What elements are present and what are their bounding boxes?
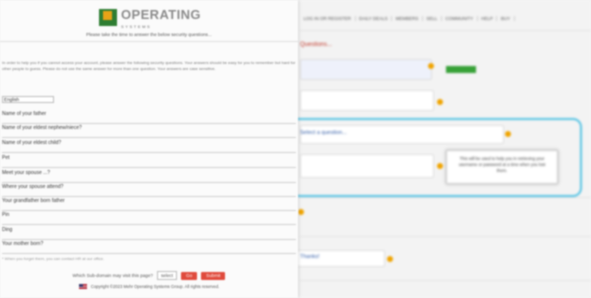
answer-field[interactable] [2, 204, 296, 211]
language-select[interactable]: English [2, 96, 54, 103]
nav-buy[interactable]: BUY [497, 15, 515, 21]
status-dot-icon [505, 131, 511, 137]
hint-text: * When you forget them, you can contact … [2, 256, 105, 261]
answer-field[interactable] [2, 247, 296, 254]
logo-text: OPERATING [121, 6, 201, 22]
us-flag-icon [78, 284, 87, 290]
go-button[interactable]: Go [181, 271, 198, 280]
answer-select-value: Thanks! [300, 254, 320, 260]
bg-input-field[interactable] [300, 59, 432, 80]
action-bar: Which Sub-domain may visit this page? se… [0, 271, 298, 280]
answer-field[interactable] [2, 190, 296, 197]
action-prompt: Which Sub-domain may visit this page? [72, 273, 153, 278]
logo-subtext: SYSTEMS [121, 23, 152, 29]
action-select[interactable]: select [156, 271, 177, 280]
answer-field[interactable] [2, 161, 296, 168]
answer-input[interactable] [300, 154, 434, 178]
status-dot-icon [387, 256, 393, 262]
answer-field[interactable] [2, 218, 296, 225]
nav-community[interactable]: COMMUNITY [442, 15, 478, 21]
submit-button[interactable]: Submit [201, 271, 226, 280]
logo: OPERATING SYSTEMS [99, 6, 201, 29]
answer-field[interactable] [2, 233, 296, 240]
top-navigation: LOG IN OR REGISTER DAILY DEALS MEMBERS S… [300, 10, 591, 26]
question-select-value: Select a question... [300, 130, 347, 136]
nav-help[interactable]: HELP [478, 15, 498, 21]
intro-text: In order to help you if you cannot acces… [2, 60, 296, 71]
nav-login[interactable]: LOG IN OR REGISTER [300, 15, 356, 21]
status-dot-icon [428, 63, 434, 69]
strength-badge [446, 66, 476, 73]
nav-sell[interactable]: SELL [423, 15, 442, 21]
bg-input-field[interactable] [300, 90, 434, 111]
answer-field[interactable] [2, 131, 296, 138]
tagline: Please take the time to answer the below… [86, 32, 212, 37]
answer-field[interactable] [2, 117, 296, 124]
section-heading: Questions... [300, 42, 333, 48]
divider [300, 197, 591, 198]
divider [300, 30, 591, 31]
logo-icon [99, 8, 117, 26]
divider [0, 41, 298, 42]
help-tooltip: This will be used to help you in retriev… [446, 150, 558, 184]
status-dot-icon [298, 209, 304, 215]
answer-field[interactable] [2, 176, 296, 183]
status-dot-icon [437, 99, 443, 105]
nav-members[interactable]: MEMBERS [392, 15, 423, 21]
answer-field[interactable] [2, 146, 296, 153]
status-dot-icon [437, 163, 443, 169]
security-questions-panel: OPERATING SYSTEMS Please take the time t… [0, 0, 298, 298]
divider [300, 280, 591, 281]
copyright-text: Copyright ©2023 Mehr Operating Systems G… [90, 284, 220, 289]
nav-daily-deals[interactable]: DAILY DEALS [356, 15, 393, 21]
divider [300, 236, 591, 237]
footer: Copyright ©2023 Mehr Operating Systems G… [0, 284, 298, 290]
